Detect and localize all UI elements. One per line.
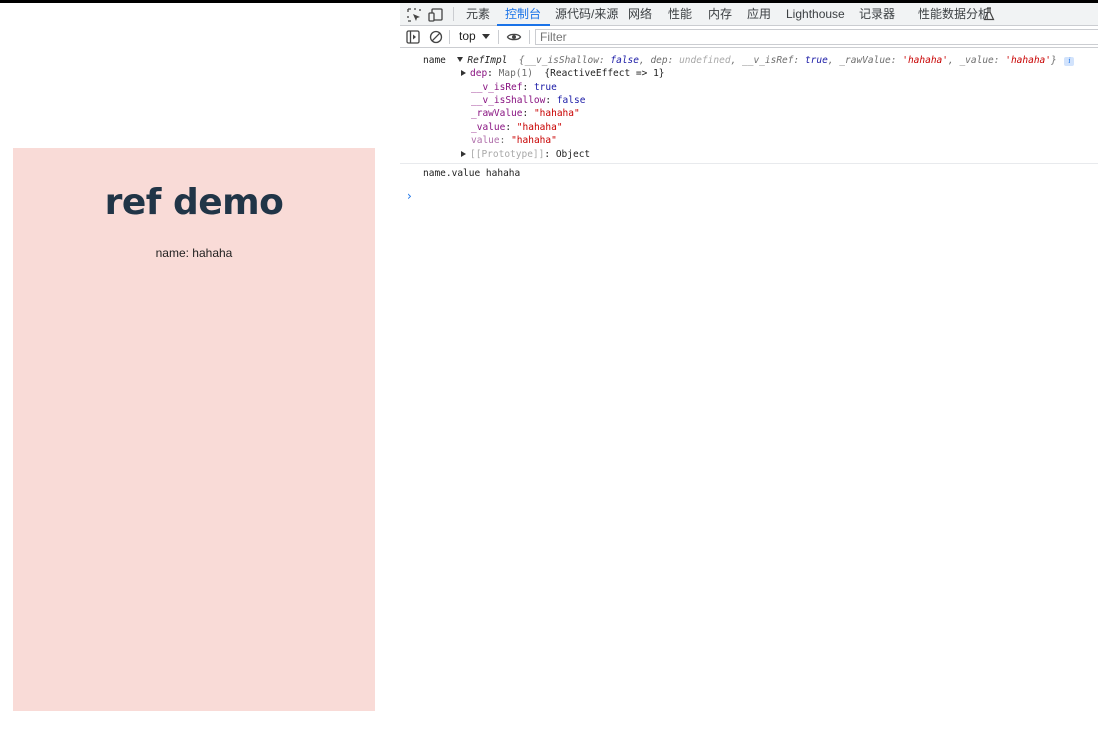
toolbar-divider [498, 30, 499, 44]
sidebar-toggle-icon[interactable] [405, 29, 421, 45]
preview-value: 'hahaha' [902, 55, 948, 66]
tab-performance[interactable]: 性能 [668, 3, 692, 26]
property-value: Map(1) [498, 68, 533, 79]
property-key: __v_isShallow [471, 95, 546, 106]
name-display: name: hahaha [155, 246, 233, 260]
expand-arrow-icon[interactable] [457, 57, 464, 62]
preview-key: dep [650, 55, 668, 66]
expand-arrow-icon[interactable] [461, 151, 466, 157]
tab-recorder[interactable]: 记录器 [859, 3, 895, 26]
preview-value: false [610, 55, 639, 66]
property-key: value [471, 135, 500, 146]
preview-key: __v_isShallow [524, 55, 599, 66]
property-value-detail: {ReactiveEffect => 1} [544, 68, 665, 79]
tab-lighthouse[interactable]: Lighthouse [786, 3, 845, 26]
tab-elements[interactable]: 元素 [466, 3, 490, 26]
property-row: __v_isRef: true [471, 82, 557, 93]
console-log-entry[interactable]: name RefImpl {__v_isShallow: false, dep:… [400, 54, 1098, 67]
experiment-flask-icon [983, 7, 995, 21]
clear-console-icon[interactable] [428, 29, 444, 45]
tab-memory[interactable]: 内存 [708, 3, 732, 26]
chevron-down-icon[interactable] [482, 34, 490, 39]
property-row: _rawValue: "hahaha" [471, 108, 580, 119]
console-toolbar: top [400, 26, 1098, 48]
tab-console[interactable]: 控制台 [497, 3, 551, 26]
preview-key: _value [959, 55, 994, 66]
property-key: dep [470, 68, 488, 79]
preview-brace: } [1051, 55, 1057, 66]
property-value: true [533, 82, 557, 93]
preview-value: undefined [679, 55, 731, 66]
filter-input[interactable] [535, 29, 1098, 45]
expand-arrow-icon[interactable] [461, 70, 466, 76]
tab-network[interactable]: 网络 [628, 3, 652, 26]
property-row: _value: "hahaha" [471, 122, 563, 133]
property-row: value: "hahaha" [471, 135, 557, 146]
property-row: __v_isShallow: false [471, 95, 586, 106]
property-row[interactable]: dep: Map(1) {ReactiveEffect => 1} [400, 67, 1098, 80]
preview-value: 'hahaha' [1005, 55, 1051, 66]
page-title: ref demo [104, 182, 284, 223]
property-value: false [556, 95, 586, 106]
devtools-tabbar: 元素 控制台 源代码/来源 网络 性能 内存 应用 Lighthouse 记录器… [400, 3, 1098, 26]
devtools-panel: 元素 控制台 源代码/来源 网络 性能 内存 应用 Lighthouse 记录器… [400, 3, 1098, 755]
console-prompt[interactable]: › [407, 189, 412, 203]
device-toolbar-icon[interactable] [427, 6, 445, 24]
property-key: [[Prototype]] [470, 149, 545, 160]
console-log-entry: name.value hahaha [423, 168, 521, 179]
preview-value: true [804, 55, 828, 66]
property-value: "hahaha" [511, 135, 557, 146]
preview-key: __v_isRef [742, 55, 794, 66]
live-expression-eye-icon[interactable] [506, 29, 522, 45]
preview-key: _rawValue [839, 55, 891, 66]
toolbar-divider [449, 30, 450, 44]
property-value: Object [555, 149, 591, 160]
app-panel: ref demo name: hahaha [13, 148, 375, 711]
tabbar-divider [453, 7, 454, 21]
toolbar-divider [529, 30, 530, 44]
object-class-name: RefImpl [467, 55, 508, 66]
log-separator [400, 163, 1098, 164]
property-row[interactable]: [[Prototype]]: Object [400, 148, 1098, 161]
property-value: "hahaha" [533, 108, 580, 119]
context-selector[interactable]: top [459, 29, 476, 43]
tab-performance-insights[interactable]: 性能数据分析 [918, 3, 990, 26]
tab-application[interactable]: 应用 [747, 3, 771, 26]
property-key: _value [471, 122, 506, 133]
property-key: _rawValue [471, 108, 523, 119]
tab-sources[interactable]: 源代码/来源 [555, 3, 618, 26]
info-icon[interactable]: i [1064, 57, 1075, 66]
log-label: name [423, 55, 446, 66]
inspect-element-icon[interactable] [405, 6, 423, 24]
property-value: "hahaha" [516, 122, 563, 133]
property-key: __v_isRef [471, 82, 523, 93]
